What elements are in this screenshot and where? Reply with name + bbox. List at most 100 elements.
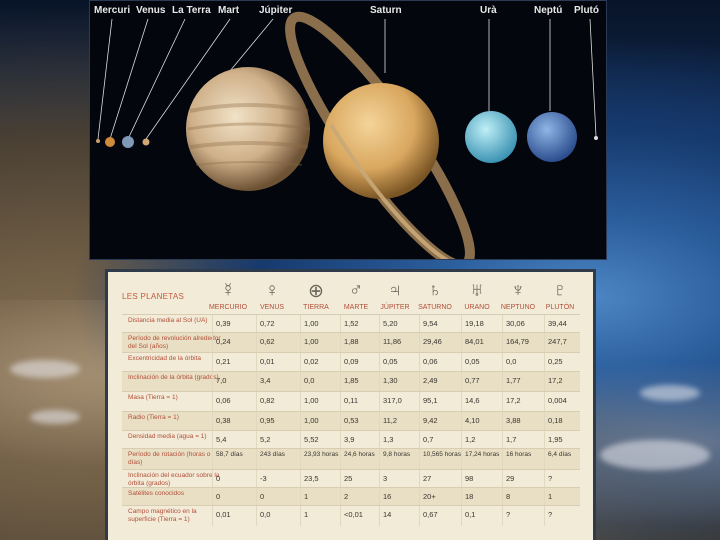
column-divider: [340, 449, 341, 470]
column-divider: [379, 392, 380, 412]
column-divider: [461, 392, 462, 412]
table-cell: 247,7: [548, 337, 567, 346]
earth-planet: [122, 136, 134, 148]
row-label: Excentricidad de la órbita: [128, 355, 201, 362]
column-divider: [300, 372, 301, 392]
column-divider: [419, 333, 420, 353]
table-cell: 25: [344, 474, 353, 483]
column-divider: [461, 470, 462, 488]
column-divider: [256, 470, 257, 488]
column-divider: [419, 412, 420, 431]
column-divider: [212, 353, 213, 372]
planet-symbol-icon: ⊕: [308, 281, 324, 302]
column-divider: [256, 353, 257, 372]
column-divider: [340, 412, 341, 431]
column-divider: [461, 333, 462, 353]
table-cell: 1,30: [383, 376, 398, 385]
column-divider: [461, 315, 462, 333]
planet-label-pluto: Plutó: [574, 5, 599, 16]
mars-planet: [142, 138, 150, 146]
column-divider: [419, 431, 420, 449]
column-header: MERCURIO: [208, 304, 248, 311]
table-cell: 5,2: [260, 435, 271, 444]
column-header: NEPTUNO: [500, 304, 536, 311]
table-cell: 164,79: [506, 337, 529, 346]
table-cell: 1,00: [304, 319, 319, 328]
table-row: Distancia media al Sol (UA) 0,39 0,72 1,00 1…: [122, 314, 580, 333]
table-cell: 1,77: [506, 376, 521, 385]
table-cell: 17,2: [548, 376, 563, 385]
row-label: Satélites conocidos: [128, 490, 185, 497]
column-divider: [300, 431, 301, 449]
planet-label-mercury: Mercuri: [94, 5, 131, 16]
column-divider: [544, 412, 545, 431]
column-divider: [419, 506, 420, 526]
table-cell: 18: [465, 492, 474, 501]
column-divider: [461, 449, 462, 470]
row-label: Inclinación del ecuador sobre la órbita …: [128, 472, 220, 487]
column-header: MARTE: [343, 304, 369, 311]
table-cell: 0,72: [260, 319, 275, 328]
pointer-line: [589, 18, 597, 137]
column-divider: [212, 372, 213, 392]
column-divider: [340, 372, 341, 392]
column-divider: [461, 506, 462, 526]
column-divider: [379, 470, 380, 488]
column-divider: [502, 392, 503, 412]
column-divider: [212, 392, 213, 412]
table-cell: 0,82: [260, 396, 275, 405]
table-cell: 0,67: [423, 510, 438, 519]
pointer-line: [127, 18, 186, 140]
column-divider: [544, 488, 545, 506]
planet-data-table: LES PLANETAS ☿ ♀ ⊕ ♂ ♃ ♄ ♅ ♆ ♇ MERCURIO VENUS TIERR…: [105, 269, 596, 540]
row-label: Período de revolución alrededor del Sol …: [128, 335, 221, 350]
table-cell: 9,42: [423, 416, 438, 425]
column-header: VENUS: [259, 304, 285, 311]
column-divider: [212, 488, 213, 506]
table-cell: -3: [260, 474, 267, 483]
table-cell: 58,7 días: [216, 451, 243, 458]
column-divider: [300, 412, 301, 431]
column-divider: [502, 431, 503, 449]
table-cell: 1,00: [304, 416, 319, 425]
table-cell: 1,88: [344, 337, 359, 346]
column-divider: [256, 506, 257, 526]
column-divider: [212, 333, 213, 353]
planet-label-saturn: Saturn: [370, 5, 402, 16]
table-row: Período de revolución alrededor del Sol …: [122, 332, 580, 353]
table-cell: 39,44: [548, 319, 567, 328]
column-divider: [379, 431, 380, 449]
column-divider: [256, 412, 257, 431]
table-cell: 0,06: [216, 396, 231, 405]
table-cell: 14,6: [465, 396, 480, 405]
column-divider: [212, 315, 213, 333]
planet-label-earth: La Terra: [172, 5, 211, 16]
table-cell: 98: [465, 474, 474, 483]
table-cell: 8: [506, 492, 511, 501]
column-divider: [212, 449, 213, 470]
table-cell: 0,25: [548, 357, 563, 366]
table-cell: 1,95: [548, 435, 563, 444]
table-cell: 10,565 horas: [423, 451, 461, 458]
table-cell: 0,62: [260, 337, 275, 346]
table-cell: 0: [216, 474, 221, 483]
table-row: Masa (Tierra = 1) 0,06 0,82 1,00 0,11 317,0 95…: [122, 391, 580, 412]
column-divider: [256, 333, 257, 353]
column-divider: [379, 333, 380, 353]
column-divider: [544, 506, 545, 526]
column-divider: [544, 353, 545, 372]
table-cell: 5,20: [383, 319, 398, 328]
table-cell: 1: [304, 510, 309, 519]
column-divider: [256, 392, 257, 412]
table-cell: 2: [344, 492, 349, 501]
table-row: Campo magnético en la superficie (Tierra…: [122, 505, 580, 526]
column-divider: [419, 315, 420, 333]
row-label: Radio (Tierra = 1): [128, 414, 179, 421]
table-cell: 9,8 horas: [383, 451, 411, 458]
table-cell: 27: [423, 474, 432, 483]
planet-label-mars: Mart: [218, 5, 240, 16]
table-cell: 5,52: [304, 435, 319, 444]
table-cell: 14: [383, 510, 392, 519]
table-cell: 30,06: [506, 319, 525, 328]
table-cell: 0,18: [548, 416, 563, 425]
